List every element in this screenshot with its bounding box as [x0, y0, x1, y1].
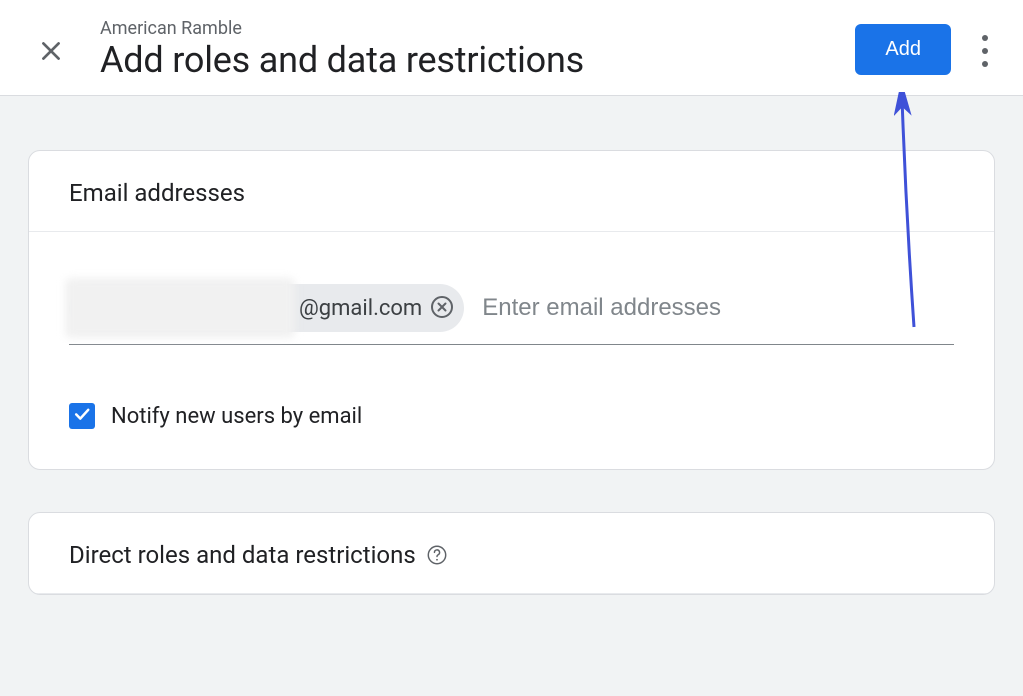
chip-domain-text: @gmail.com — [299, 296, 422, 321]
more-vert-icon — [981, 34, 989, 71]
add-button[interactable]: Add — [855, 24, 951, 75]
close-icon — [38, 38, 64, 67]
breadcrumb: American Ramble — [100, 18, 855, 39]
notify-row: Notify new users by email — [69, 403, 954, 429]
email-chip[interactable]: @gmail.com — [69, 284, 464, 332]
remove-circle-icon — [430, 295, 454, 322]
email-section-title: Email addresses — [29, 151, 994, 232]
roles-section-header: Direct roles and data restrictions — [29, 513, 994, 594]
check-icon — [72, 404, 92, 428]
notify-checkbox[interactable] — [69, 403, 95, 429]
dialog-header: American Ramble Add roles and data restr… — [0, 0, 1023, 96]
chip-remove-button[interactable] — [430, 295, 454, 322]
notify-label: Notify new users by email — [111, 404, 362, 429]
roles-card: Direct roles and data restrictions — [28, 512, 995, 595]
email-address-input[interactable] — [482, 294, 954, 322]
help-icon[interactable] — [426, 544, 448, 566]
close-button[interactable] — [30, 30, 72, 75]
email-addresses-card: Email addresses @gmail.com — [28, 150, 995, 470]
email-input-row: @gmail.com — [69, 284, 954, 345]
more-menu-button[interactable] — [977, 26, 993, 79]
header-titles: American Ramble Add roles and data restr… — [100, 18, 855, 81]
roles-section-title: Direct roles and data restrictions — [69, 541, 416, 569]
page-title: Add roles and data restrictions — [100, 39, 855, 81]
content-area: Email addresses @gmail.com — [0, 96, 1023, 595]
chip-redacted-area — [65, 278, 295, 338]
